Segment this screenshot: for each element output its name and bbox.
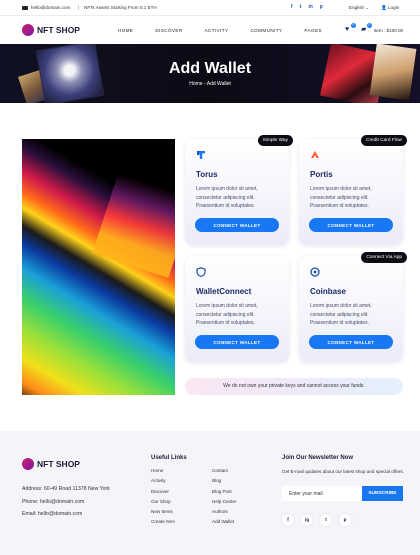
wallet-name: WalletConnect: [196, 287, 252, 296]
subscribe-button[interactable]: SUBSCRIBE: [362, 486, 403, 501]
wallet-name: Portis: [310, 170, 333, 179]
footer-link[interactable]: Authors: [212, 507, 237, 517]
topbar-email-text: hello@domain.com: [31, 5, 71, 10]
footer-logo[interactable]: NFT SHOP: [22, 458, 80, 470]
footer-links-col1: Home Activity Discover Our Shop New Item…: [151, 466, 175, 528]
breadcrumb: Home - Add Wallet: [0, 81, 420, 87]
security-notice: We do not own your private keys and cann…: [185, 378, 403, 395]
login-label: Login: [388, 5, 400, 10]
footer-link[interactable]: Discover: [151, 487, 175, 497]
nav-discover[interactable]: DISCOVER: [155, 28, 182, 33]
linkedin-icon[interactable]: in: [308, 4, 312, 10]
wallet-card-torus: Simple Way Torus Lorem ipsum dolor sit a…: [185, 135, 293, 245]
chevron-down-icon: ⌄: [365, 5, 370, 10]
nav-home[interactable]: HOME: [118, 28, 133, 33]
wallet-description: Lorem ipsum dolor sit amet, consectetur …: [196, 186, 258, 209]
connect-wallet-button[interactable]: CONNECT WALLET: [309, 218, 393, 232]
wallet-description: Lorem ipsum dolor sit amet, consectetur …: [310, 303, 372, 326]
wishlist-count: 0: [351, 23, 356, 28]
instagram-icon[interactable]: ig: [301, 514, 313, 526]
footer-link[interactable]: Help Center: [212, 497, 237, 507]
wallet-name: Torus: [196, 170, 218, 179]
footer-link[interactable]: Create Item: [151, 517, 175, 527]
footer-contact: Address: 60-49 Road 11378 New York Phone…: [22, 483, 110, 521]
footer-link[interactable]: Our Shop: [151, 497, 175, 507]
footer-link[interactable]: Add Wallet: [212, 517, 237, 527]
page-banner: Add Wallet Home - Add Wallet: [0, 44, 420, 103]
footer-link[interactable]: New Items: [151, 507, 175, 517]
top-bar: hello@domain.com NFTs Assets Starting Fr…: [0, 0, 420, 16]
hero-artwork: [22, 139, 175, 395]
useful-links-title: Useful Links: [151, 455, 187, 461]
footer-logo-text: NFT SHOP: [37, 459, 80, 469]
footer-link[interactable]: Contact: [212, 466, 237, 476]
wallet-name: Coinbase: [310, 287, 347, 296]
site-logo[interactable]: NFT SHOP: [22, 24, 80, 36]
twitter-icon[interactable]: t: [300, 4, 302, 10]
wallet-tag: Connect Via App: [361, 252, 407, 263]
wallet-card-walletconnect: WalletConnect Lorem ipsum dolor sit amet…: [185, 256, 289, 362]
connect-wallet-button[interactable]: CONNECT WALLET: [195, 335, 279, 349]
topbar-email[interactable]: hello@domain.com: [22, 5, 70, 10]
main-nav: HOME DISCOVER ACTIVITY COMMUNITY PAGES: [118, 28, 344, 33]
connect-wallet-button[interactable]: CONNECT WALLET: [195, 218, 279, 232]
coinbase-icon: [310, 267, 320, 277]
cart-icon: ▰: [361, 26, 367, 33]
footer-email: Email: hello@domain.com: [22, 511, 83, 517]
footer-link[interactable]: Blog Post: [212, 487, 237, 497]
wallet-tag: Credit Card Flow: [361, 135, 407, 146]
logo-text: NFT SHOP: [37, 25, 80, 35]
language-label: English: [349, 5, 365, 10]
shield-icon: [196, 267, 206, 277]
header-icons: ♥ 0 ▰ 0: [345, 23, 372, 33]
cart-count: 0: [367, 23, 372, 28]
user-icon: 👤: [381, 5, 387, 10]
footer-links-col2: Contact Blog Blog Post Help Center Autho…: [212, 466, 237, 528]
newsletter-email-input[interactable]: [282, 486, 362, 501]
footer-address: Address: 60-49 Road 11378 New York: [22, 486, 110, 492]
wallet-description: Lorem ipsum dolor sit amet, consectetur …: [310, 186, 372, 209]
language-select[interactable]: English ⌄: [349, 5, 369, 11]
site-footer: NFT SHOP Address: 60-49 Road 11378 New Y…: [0, 431, 420, 555]
footer-link[interactable]: Home: [151, 466, 175, 476]
wallet-card-portis: Credit Card Flow Portis Lorem ipsum dolo…: [299, 135, 407, 245]
footer-link[interactable]: Blog: [212, 476, 237, 486]
footer-phone: Phone: hello@domain.com: [22, 498, 85, 505]
topbar-socials: f t in p: [291, 4, 323, 10]
footer-socials: f ig t p: [282, 514, 351, 526]
announcement-text: NFTs Assets Starting From 0.1 ETH: [78, 5, 157, 10]
torus-icon: [197, 151, 205, 159]
nav-community[interactable]: COMMUNITY: [250, 28, 282, 33]
wallet-tag: Simple Way: [257, 135, 293, 146]
nav-pages[interactable]: PAGES: [304, 28, 322, 33]
twitter-icon[interactable]: t: [320, 514, 332, 526]
mail-icon: [22, 5, 28, 10]
login-link[interactable]: 👤 Login: [381, 5, 399, 11]
connect-wallet-button[interactable]: CONNECT WALLET: [309, 335, 393, 349]
footer-link[interactable]: Activity: [151, 476, 175, 486]
cart-button[interactable]: ▰ 0: [361, 23, 372, 33]
newsletter-text: Get E-mail updates about our latest shop…: [282, 469, 404, 474]
logo-badge-icon: [22, 24, 34, 36]
page-title: Add Wallet: [168, 60, 252, 77]
newsletter-title: Join Our Newsletter Now: [282, 455, 354, 461]
breadcrumb-current: Add Wallet: [206, 81, 231, 87]
facebook-icon[interactable]: f: [291, 4, 293, 10]
pinterest-icon[interactable]: p: [339, 514, 351, 526]
site-header: NFT SHOP HOME DISCOVER ACTIVITY COMMUNIT…: [0, 16, 420, 44]
wallet-card-coinbase: Connect Via App Coinbase Lorem ipsum dol…: [299, 252, 407, 362]
heart-icon: ♥: [345, 26, 350, 33]
pinterest-icon[interactable]: p: [320, 4, 323, 10]
nav-activity[interactable]: ACTIVITY: [205, 28, 229, 33]
wishlist-button[interactable]: ♥ 0: [345, 23, 356, 33]
cart-total: item : $100.00: [374, 28, 404, 33]
breadcrumb-home[interactable]: Home: [189, 81, 202, 87]
logo-badge-icon: [22, 458, 34, 470]
wallet-description: Lorem ipsum dolor sit amet, consectetur …: [196, 303, 258, 326]
facebook-icon[interactable]: f: [282, 514, 294, 526]
portis-icon: [311, 151, 319, 158]
